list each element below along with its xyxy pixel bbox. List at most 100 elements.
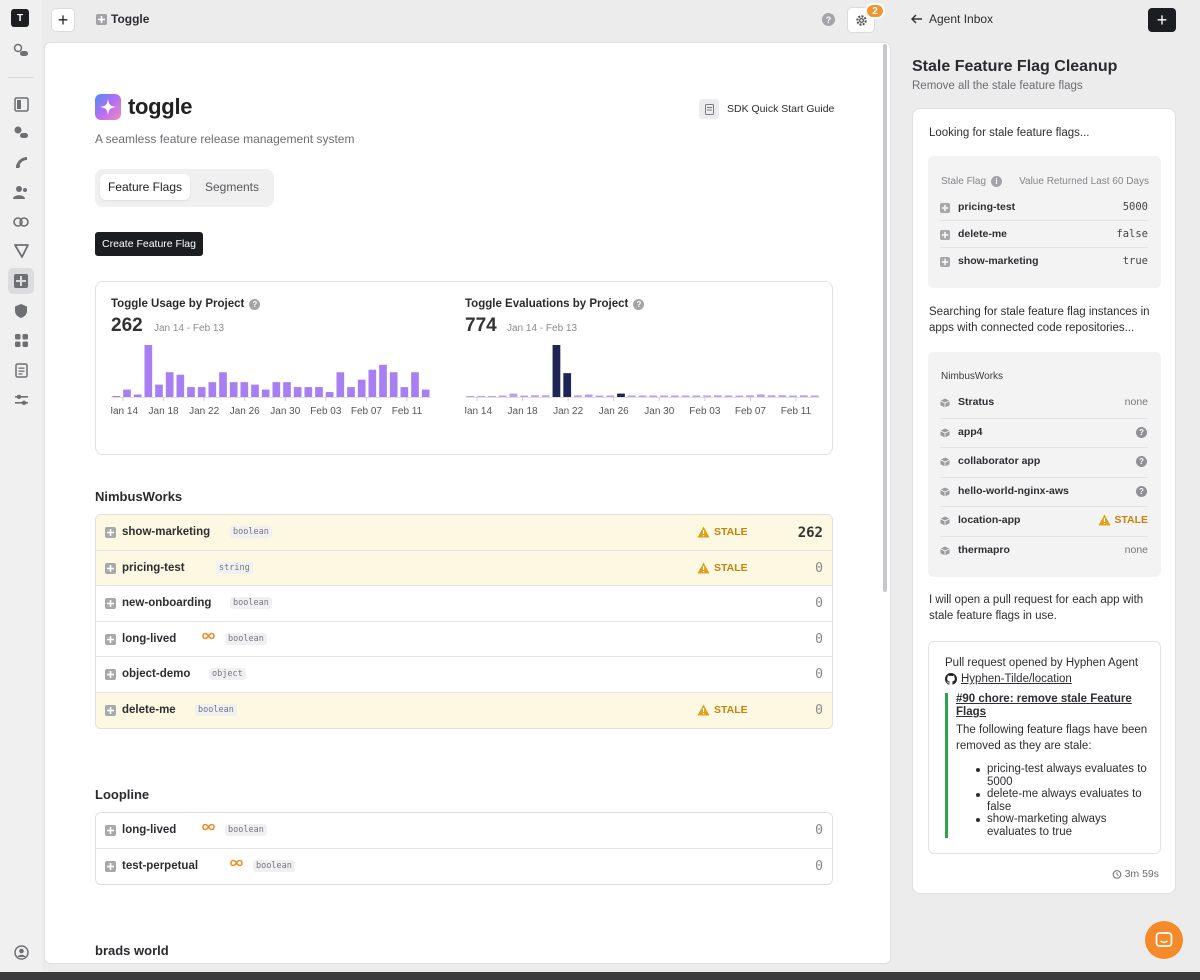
chart-bar[interactable] — [498, 395, 507, 398]
pr-title-link[interactable]: #90 chore: remove stale Feature Flags — [956, 693, 1146, 719]
chart-bar[interactable] — [638, 395, 647, 398]
chart-bar[interactable] — [713, 395, 722, 397]
signal-icon[interactable] — [11, 152, 31, 172]
link-icon[interactable] — [11, 212, 31, 232]
chart-bar[interactable] — [219, 372, 227, 397]
team-icon[interactable] — [11, 182, 31, 202]
chart-bar[interactable] — [617, 393, 625, 397]
chart-bar[interactable] — [488, 396, 496, 397]
flag-row[interactable]: pricing-test string STALE 0 — [96, 550, 832, 586]
chat-launcher-button[interactable] — [1145, 921, 1183, 959]
toggles-icon-2[interactable] — [11, 123, 31, 143]
apps-grid-icon[interactable] — [11, 330, 31, 350]
chart-bar[interactable] — [261, 389, 270, 397]
agent-inbox-back[interactable]: Agent Inbox — [911, 12, 993, 26]
chart-bar[interactable] — [799, 395, 808, 397]
chart-bar[interactable] — [379, 364, 387, 397]
chart-bar[interactable] — [368, 369, 377, 397]
chart-bar[interactable] — [400, 387, 409, 397]
chart-bar[interactable] — [531, 395, 539, 397]
toggles-icon[interactable] — [11, 41, 31, 61]
flag-row[interactable]: show-marketing boolean STALE 262 — [96, 515, 832, 551]
chart-bar[interactable] — [670, 395, 679, 398]
chart-bar[interactable] — [283, 382, 291, 397]
chart-bar[interactable] — [347, 387, 355, 397]
chart-bar[interactable] — [208, 382, 217, 397]
chart-bar[interactable] — [627, 395, 636, 398]
chart-bar[interactable] — [165, 372, 174, 397]
chart-bar[interactable] — [176, 374, 185, 397]
chart-bar[interactable] — [660, 395, 668, 398]
chart-bar[interactable] — [746, 395, 754, 397]
chart-bar[interactable] — [293, 387, 302, 397]
breadcrumb[interactable]: Toggle — [96, 12, 149, 26]
help-icon[interactable]: ? — [822, 13, 835, 26]
help-icon[interactable]: ? — [633, 298, 645, 310]
chart-bar[interactable] — [649, 395, 658, 398]
chart-bar[interactable] — [606, 395, 615, 398]
dashboard-icon[interactable] — [11, 94, 31, 114]
chart-bar[interactable] — [735, 395, 744, 398]
chart-bar[interactable] — [229, 382, 238, 397]
chart-bar[interactable] — [123, 389, 131, 397]
chart-bar[interactable] — [187, 387, 195, 397]
tab-feature-flags[interactable]: Feature Flags — [100, 174, 190, 200]
chart-bar[interactable] — [144, 345, 153, 397]
chart-bar[interactable] — [778, 395, 787, 397]
chart-bar[interactable] — [563, 373, 572, 397]
create-feature-flag-button[interactable]: Create Feature Flag — [95, 232, 203, 256]
chart-bar[interactable] — [574, 395, 582, 397]
chart-bar[interactable] — [466, 396, 475, 397]
notification-badge[interactable]: 2 — [865, 3, 885, 19]
chart-bar[interactable] — [357, 379, 366, 397]
flag-row[interactable]: object-demo object 0 — [96, 657, 832, 693]
chart-bar[interactable] — [112, 396, 121, 397]
flag-row[interactable]: long-lived boolean 0 — [96, 813, 832, 849]
pr-repo-link[interactable]: Hyphen-Tilde/location — [945, 673, 1072, 685]
chart-bar[interactable] — [477, 396, 486, 397]
flag-row[interactable]: test-perpetual boolean 0 — [96, 848, 832, 884]
chart-bar[interactable] — [272, 382, 281, 397]
chart-bar[interactable] — [767, 395, 776, 397]
chart-bar[interactable] — [552, 345, 561, 397]
chart-bar[interactable] — [509, 393, 518, 397]
chart-bar[interactable] — [197, 387, 206, 397]
user-profile-icon[interactable] — [11, 942, 31, 962]
flag-row[interactable]: delete-me boolean STALE 0 — [96, 692, 832, 728]
info-icon[interactable]: i — [991, 176, 1003, 187]
settings-sliders-icon[interactable] — [11, 389, 31, 409]
chart-bar[interactable] — [421, 389, 430, 397]
chart-bar[interactable] — [541, 395, 550, 397]
new-agent-task-button[interactable]: + — [1148, 8, 1176, 32]
workspace-logo[interactable]: T — [11, 9, 29, 27]
chart-bar[interactable] — [389, 372, 398, 397]
chart-bar[interactable] — [692, 395, 701, 398]
chart-bar[interactable] — [789, 395, 797, 398]
chart-bar[interactable] — [411, 372, 419, 397]
chart-bar[interactable] — [240, 382, 249, 397]
sdk-guide-link[interactable]: SDK Quick Start Guide — [699, 99, 834, 119]
feature-flags-icon[interactable] — [8, 268, 34, 294]
chart-bar[interactable] — [325, 392, 334, 397]
chart-bar[interactable] — [595, 395, 604, 398]
flag-row[interactable]: new-onboarding boolean 0 — [96, 586, 832, 622]
chart-bar[interactable] — [251, 384, 259, 397]
chart-bar[interactable] — [520, 395, 529, 398]
chart-bar[interactable] — [336, 372, 345, 397]
chart-bar[interactable] — [155, 384, 163, 397]
help-icon[interactable]: ? — [249, 298, 261, 310]
chart-bar[interactable] — [681, 395, 690, 398]
chart-bar[interactable] — [133, 394, 142, 397]
funnel-icon[interactable] — [11, 241, 31, 261]
chart-bar[interactable] — [315, 387, 323, 397]
document-icon[interactable] — [11, 360, 31, 380]
chart-bar[interactable] — [756, 394, 765, 397]
chart-bar[interactable] — [703, 395, 711, 398]
flag-row[interactable]: long-lived boolean 0 — [96, 621, 832, 657]
chart-bar[interactable] — [810, 395, 819, 398]
chart-bar[interactable] — [304, 387, 313, 397]
chart-bar[interactable] — [724, 395, 733, 398]
new-tab-button[interactable]: + — [51, 8, 75, 32]
chart-bar[interactable] — [584, 394, 593, 397]
shield-icon[interactable] — [11, 301, 31, 321]
